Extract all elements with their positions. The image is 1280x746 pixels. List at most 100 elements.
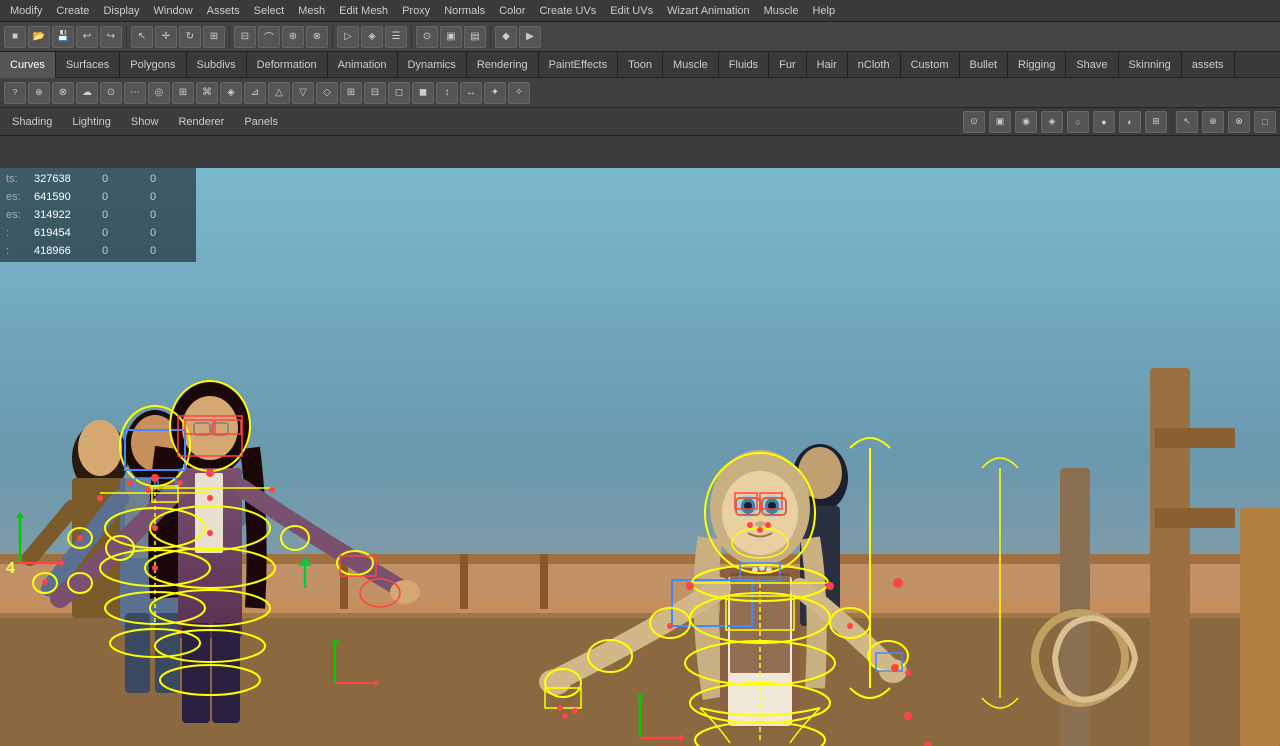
shelf-btn-2[interactable]: ⊕ [28, 82, 50, 104]
menu-item-create-uvs[interactable]: Create UVs [533, 3, 602, 19]
shelf-btn-4[interactable]: ☁ [76, 82, 98, 104]
shelf-btn-20[interactable]: ↔ [460, 82, 482, 104]
snap-curve[interactable]: ⌒ [258, 26, 280, 48]
scale-tool[interactable]: ⊞ [203, 26, 225, 48]
shelf-btn-19[interactable]: ↕ [436, 82, 458, 104]
new-scene-button[interactable]: ■ [4, 26, 26, 48]
viewport-display-btn-3[interactable]: ◉ [1015, 111, 1037, 133]
render-button[interactable]: ▷ [337, 26, 359, 48]
viewport-display-btn-7[interactable]: ◐ [1119, 111, 1141, 133]
shelf-btn-8[interactable]: ⊞ [172, 82, 194, 104]
tab-muscle[interactable]: Muscle [663, 52, 719, 78]
shelf-btn-14[interactable]: ◇ [316, 82, 338, 104]
persp-cam[interactable]: ⊙ [416, 26, 438, 48]
menu-item-normals[interactable]: Normals [438, 3, 491, 19]
shelf-btn-3[interactable]: ⊗ [52, 82, 74, 104]
viewport-display-btn-1[interactable]: ⊙ [963, 111, 985, 133]
tab-fur[interactable]: Fur [769, 52, 807, 78]
shelf-btn-16[interactable]: ⊟ [364, 82, 386, 104]
menu-item-select[interactable]: Select [248, 3, 291, 19]
menu-item-edit-mesh[interactable]: Edit Mesh [333, 3, 394, 19]
stat-row-5: : 418966 0 0 [6, 242, 190, 260]
shelf-btn-17[interactable]: ◻ [388, 82, 410, 104]
shelf-btn-21[interactable]: ✦ [484, 82, 506, 104]
playback-btn[interactable]: ▶ [519, 26, 541, 48]
menu-item-help[interactable]: Help [806, 3, 841, 19]
menu-item-color[interactable]: Color [493, 3, 531, 19]
tab-toon[interactable]: Toon [618, 52, 663, 78]
panels-menu[interactable]: Panels [236, 113, 286, 131]
menu-item-assets[interactable]: Assets [201, 3, 246, 19]
show-menu[interactable]: Show [123, 113, 167, 131]
tab-deformation[interactable]: Deformation [247, 52, 328, 78]
snap-point[interactable]: ⊕ [282, 26, 304, 48]
tab-animation[interactable]: Animation [328, 52, 398, 78]
tab-rendering[interactable]: Rendering [467, 52, 539, 78]
tab-ncloth[interactable]: nCloth [848, 52, 901, 78]
shelf-btn-15[interactable]: ⊞ [340, 82, 362, 104]
shelf-btn-18[interactable]: ◼ [412, 82, 434, 104]
viewport-display-btn-8[interactable]: ⊞ [1145, 111, 1167, 133]
tab-shave[interactable]: Shave [1066, 52, 1118, 78]
viewport-display-btn-5[interactable]: ○ [1067, 111, 1089, 133]
tab-polygons[interactable]: Polygons [120, 52, 186, 78]
ipr-render[interactable]: ◈ [361, 26, 383, 48]
viewport-toolbar: Shading Lighting Show Renderer Panels ⊙ … [0, 108, 1280, 136]
viewport-display-btn-4[interactable]: ◈ [1041, 111, 1063, 133]
display-options[interactable]: ☰ [385, 26, 407, 48]
viewport-display-btn-2[interactable]: ▣ [989, 111, 1011, 133]
open-button[interactable]: 📂 [28, 26, 50, 48]
shelf-btn-9[interactable]: ⌘ [196, 82, 218, 104]
menu-item-edit-uvs[interactable]: Edit UVs [604, 3, 659, 19]
viewport-icon-3[interactable]: ⊗ [1228, 111, 1250, 133]
viewport-display-btn-6[interactable]: ● [1093, 111, 1115, 133]
front-cam[interactable]: ▣ [440, 26, 462, 48]
viewport-icon-4[interactable]: □ [1254, 111, 1276, 133]
tab-assets[interactable]: assets [1182, 52, 1235, 78]
tab-dynamics[interactable]: Dynamics [398, 52, 467, 78]
undo-button[interactable]: ↩ [76, 26, 98, 48]
tab-subdivs[interactable]: Subdivs [187, 52, 247, 78]
menu-item-display[interactable]: Display [97, 3, 145, 19]
viewport-icon-2[interactable]: ⊕ [1202, 111, 1224, 133]
menu-item-modify[interactable]: Modify [4, 3, 48, 19]
menu-item-wizart[interactable]: Wizart Animation [661, 3, 756, 19]
menu-item-proxy[interactable]: Proxy [396, 3, 436, 19]
shelf-btn-11[interactable]: ⊿ [244, 82, 266, 104]
redo-button[interactable]: ↪ [100, 26, 122, 48]
menu-item-create[interactable]: Create [50, 3, 95, 19]
lighting-menu[interactable]: Lighting [64, 113, 119, 131]
shelf-btn-7[interactable]: ◎ [148, 82, 170, 104]
shelf-btn-10[interactable]: ◈ [220, 82, 242, 104]
shelf-btn-5[interactable]: ⊙ [100, 82, 122, 104]
side-cam[interactable]: ▤ [464, 26, 486, 48]
menu-item-window[interactable]: Window [148, 3, 199, 19]
module-tabs: Curves Surfaces Polygons Subdivs Deforma… [0, 52, 1280, 78]
snap-grid[interactable]: ⊟ [234, 26, 256, 48]
shelf-btn-1[interactable]: ? [4, 82, 26, 104]
tab-fluids[interactable]: Fluids [719, 52, 769, 78]
tab-rigging[interactable]: Rigging [1008, 52, 1066, 78]
tab-surfaces[interactable]: Surfaces [56, 52, 120, 78]
tab-bullet[interactable]: Bullet [960, 52, 1009, 78]
tab-painteffects[interactable]: PaintEffects [539, 52, 619, 78]
tab-curves[interactable]: Curves [0, 52, 56, 78]
shelf-btn-13[interactable]: ▽ [292, 82, 314, 104]
rotate-tool[interactable]: ↻ [179, 26, 201, 48]
renderer-menu[interactable]: Renderer [170, 113, 232, 131]
save-button[interactable]: 💾 [52, 26, 74, 48]
snap-view[interactable]: ⊗ [306, 26, 328, 48]
tab-custom[interactable]: Custom [901, 52, 960, 78]
tab-skinning[interactable]: Skinning [1119, 52, 1182, 78]
shelf-btn-6[interactable]: ⋯ [124, 82, 146, 104]
keyframe-btn[interactable]: ◆ [495, 26, 517, 48]
shelf-btn-22[interactable]: ✧ [508, 82, 530, 104]
menu-item-mesh[interactable]: Mesh [292, 3, 331, 19]
shelf-btn-12[interactable]: △ [268, 82, 290, 104]
select-tool[interactable]: ↖ [131, 26, 153, 48]
viewport-icon-1[interactable]: ↖ [1176, 111, 1198, 133]
tab-hair[interactable]: Hair [807, 52, 848, 78]
shading-menu[interactable]: Shading [4, 113, 60, 131]
menu-item-muscle[interactable]: Muscle [758, 3, 805, 19]
move-tool[interactable]: ✛ [155, 26, 177, 48]
